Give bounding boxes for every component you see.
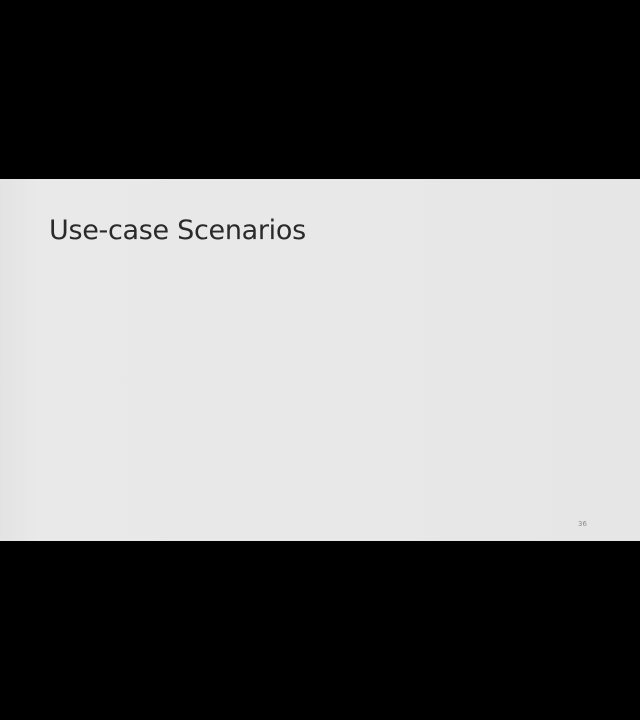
slide-page-number: 36 [578, 520, 587, 528]
video-frame: Use-case Scenarios 36 [0, 0, 640, 720]
slide-title: Use-case Scenarios [49, 215, 306, 246]
presentation-slide: Use-case Scenarios 36 [0, 179, 640, 541]
